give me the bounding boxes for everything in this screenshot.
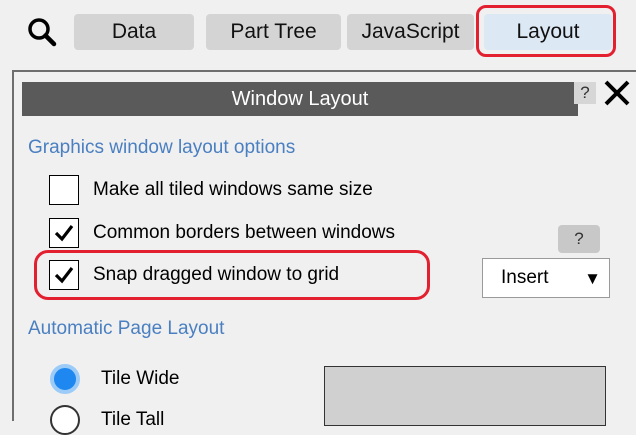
panel-help-button[interactable]: ? <box>574 82 596 104</box>
layout-preview <box>324 366 606 426</box>
radio-tile-wide[interactable] <box>50 364 80 394</box>
top-toolbar: Data Part Tree JavaScript Layout <box>0 0 636 62</box>
label-tile-wide: Tile Wide <box>101 368 180 389</box>
dropdown-value: Insert <box>501 267 549 288</box>
label-common-borders: Common borders between windows <box>93 222 396 243</box>
checkmark-icon <box>54 225 74 242</box>
magnifier-icon <box>28 18 57 47</box>
panel-title-bar: Window Layout <box>22 82 578 116</box>
tab-part-tree[interactable]: Part Tree <box>206 14 341 50</box>
section-heading-auto-page-layout: Automatic Page Layout <box>28 318 225 339</box>
radio-tile-tall[interactable] <box>50 405 80 435</box>
chevron-down-icon: ▼ <box>584 269 601 288</box>
checkbox-same-size[interactable] <box>49 175 79 205</box>
help-button[interactable]: ? <box>558 225 600 253</box>
checkbox-snap-to-grid[interactable] <box>49 260 79 290</box>
snap-mode-dropdown[interactable]: Insert ▼ <box>482 258 610 298</box>
label-same-size: Make all tiled windows same size <box>93 179 373 200</box>
label-tile-tall: Tile Tall <box>101 409 165 430</box>
close-icon <box>604 80 630 106</box>
close-button[interactable] <box>598 74 634 110</box>
section-heading-graphics-layout: Graphics window layout options <box>28 137 296 158</box>
tab-javascript[interactable]: JavaScript <box>347 14 474 50</box>
tab-data[interactable]: Data <box>74 14 194 50</box>
search-button[interactable] <box>22 14 62 50</box>
label-snap-to-grid: Snap dragged window to grid <box>93 264 340 285</box>
checkmark-icon <box>54 267 74 284</box>
panel-title: Window Layout <box>231 87 369 110</box>
checkbox-common-borders[interactable] <box>49 218 79 248</box>
tab-layout[interactable]: Layout <box>484 14 612 50</box>
